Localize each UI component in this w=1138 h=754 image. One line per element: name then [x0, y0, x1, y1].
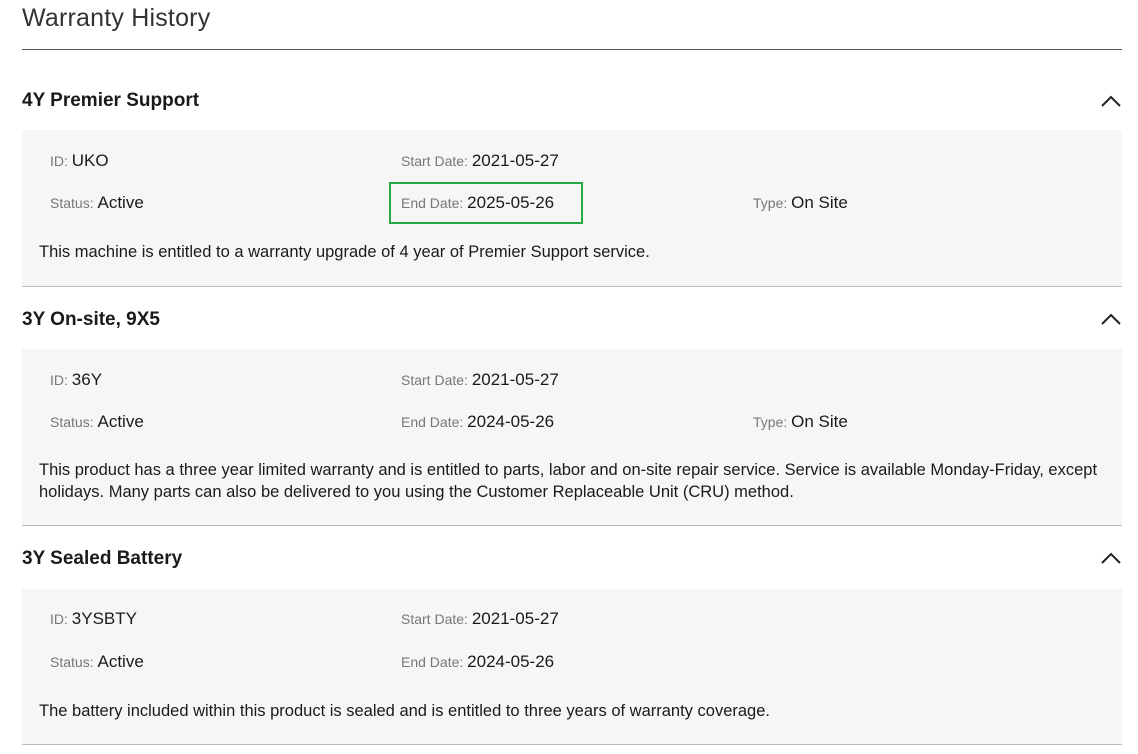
end-date-value: 2024-05-26	[467, 412, 555, 431]
section-header[interactable]: 4Y Premier Support	[22, 50, 1122, 130]
chevron-up-icon[interactable]	[1100, 312, 1122, 326]
type-value: On Site	[791, 412, 848, 431]
id-field: ID: 3YSBTY	[50, 609, 137, 628]
warranty-details-panel: ID: 36Y Start Date: 2021-05-27 Status: A…	[22, 349, 1122, 526]
id-label: ID	[50, 153, 64, 169]
start-date-value: 2021-05-27	[471, 609, 559, 628]
status-label: Status	[50, 414, 90, 430]
id-field: ID: UKO	[50, 151, 109, 170]
warranty-details-panel: ID: 3YSBTY Start Date: 2021-05-27 Status…	[22, 589, 1122, 745]
status-value: Active	[97, 412, 144, 431]
type-value: On Site	[791, 193, 848, 212]
start-date-label: Start Date	[401, 611, 465, 627]
section-title: 3Y Sealed Battery	[22, 548, 183, 569]
start-date-field: Start Date: 2021-05-27	[401, 609, 559, 628]
end-date-highlight-box	[389, 182, 583, 224]
warranty-description: This machine is entitled to a warranty u…	[39, 243, 650, 261]
warranty-description: This product has a three year limited wa…	[39, 461, 1098, 501]
end-date-field: End Date: 2024-05-26	[401, 652, 555, 671]
page-title: Warranty History	[22, 4, 211, 32]
end-date-value: 2024-05-26	[467, 652, 555, 671]
section-title: 4Y Premier Support	[22, 90, 200, 111]
start-date-field: Start Date: 2021-05-27	[401, 370, 559, 389]
end-date-label: End Date	[401, 654, 460, 670]
chevron-up-icon[interactable]	[1100, 94, 1122, 108]
start-date-label: Start Date	[401, 372, 465, 388]
start-date-value: 2021-05-27	[471, 151, 559, 170]
type-field: Type: On Site	[753, 412, 848, 431]
status-field: Status: Active	[50, 193, 144, 212]
chevron-up-icon[interactable]	[1100, 551, 1122, 565]
type-label: Type	[753, 414, 784, 430]
status-label: Status	[50, 654, 90, 670]
status-field: Status: Active	[50, 652, 144, 671]
id-field: ID: 36Y	[50, 370, 103, 389]
status-value: Active	[97, 193, 144, 212]
warranty-history-page: Warranty History 4Y Premier Support ID: …	[0, 0, 1138, 754]
id-value: UKO	[71, 151, 109, 170]
id-label: ID	[50, 611, 64, 627]
end-date-field: End Date: 2024-05-26	[401, 412, 555, 431]
status-field: Status: Active	[50, 412, 144, 431]
id-value: 36Y	[71, 370, 103, 389]
type-label: Type	[753, 195, 784, 211]
start-date-field: Start Date: 2021-05-27	[401, 151, 559, 170]
status-value: Active	[97, 652, 144, 671]
start-date-label: Start Date	[401, 153, 465, 169]
section-title: 3Y On-site, 9X5	[22, 309, 160, 330]
end-date-label: End Date	[401, 414, 460, 430]
start-date-value: 2021-05-27	[471, 370, 559, 389]
warranty-description: The battery included within this product…	[39, 702, 770, 720]
id-label: ID	[50, 372, 64, 388]
warranty-details-panel: ID: UKO Start Date: 2021-05-27 Status: A…	[22, 130, 1122, 287]
type-field: Type: On Site	[753, 193, 848, 212]
status-label: Status	[50, 195, 90, 211]
id-value: 3YSBTY	[71, 609, 137, 628]
